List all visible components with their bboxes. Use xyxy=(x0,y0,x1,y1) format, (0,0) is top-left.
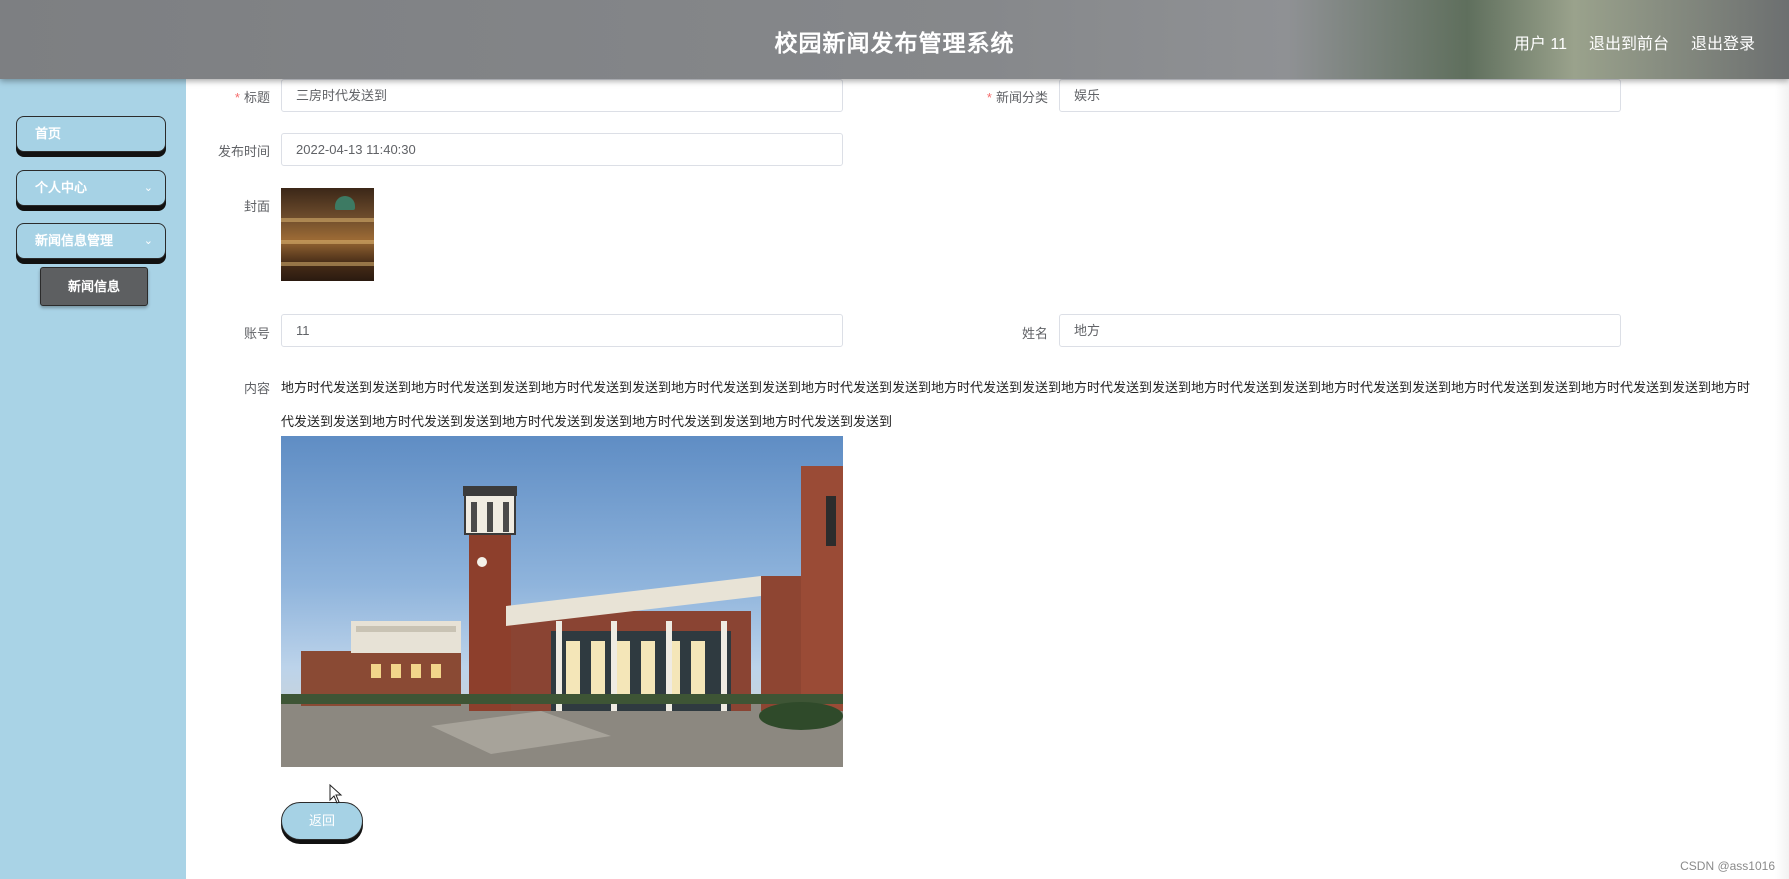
sidebar-item-personal-center[interactable]: 个人中心 ⌄ xyxy=(16,170,166,206)
title-label: * 标题 xyxy=(234,90,270,105)
sidebar-item-home[interactable]: 首页 xyxy=(16,116,166,152)
campus-building-illustration xyxy=(281,466,843,767)
back-button[interactable]: 返回 xyxy=(281,802,363,840)
publish-time-field[interactable]: 2022-04-13 11:40:30 xyxy=(281,133,843,166)
mouse-pointer-icon xyxy=(329,784,343,804)
name-label: 姓名 xyxy=(1021,326,1048,341)
watermark: CSDN @ass1016 xyxy=(1680,859,1775,873)
category-label: * 新闻分类 xyxy=(986,90,1048,105)
sidebar-item-label: 个人中心 xyxy=(35,180,88,195)
title-field[interactable]: 三房时代发送到 xyxy=(281,79,843,112)
right-edge xyxy=(1775,79,1789,879)
sidebar-subitem-news-info[interactable]: 新闻信息 xyxy=(40,267,148,306)
sidebar-item-label: 新闻信息管理 xyxy=(35,233,114,248)
content-image xyxy=(281,436,843,767)
sidebar-item-news-management[interactable]: 新闻信息管理 ⌄ xyxy=(16,223,166,259)
sidebar-item-label: 首页 xyxy=(35,126,62,141)
category-field[interactable]: 娱乐 xyxy=(1059,79,1621,112)
account-label: 账号 xyxy=(243,326,270,341)
chevron-down-icon: ⌄ xyxy=(143,235,153,247)
account-field[interactable]: 11 xyxy=(281,314,843,347)
cover-label: 封面 xyxy=(243,199,270,214)
name-field[interactable]: 地方 xyxy=(1059,314,1621,347)
logout-link[interactable]: 退出登录 xyxy=(1691,30,1755,54)
current-user: 用户 11 xyxy=(1513,36,1567,53)
top-header: 校园新闻发布管理系统 用户 11 退出到前台 退出登录 xyxy=(0,0,1789,79)
sidebar: 首页 个人中心 ⌄ 新闻信息管理 ⌄ 新闻信息 xyxy=(0,79,186,879)
header-links: 用户 11 退出到前台 退出登录 xyxy=(1514,30,1755,54)
content-label: 内容 xyxy=(243,381,270,396)
content-text: 地方时代发送到发送到地方时代发送到发送到地方时代发送到发送到地方时代发送到发送到… xyxy=(281,380,1751,429)
exit-to-front-link[interactable]: 退出到前台 xyxy=(1589,30,1669,54)
chevron-down-icon: ⌄ xyxy=(143,182,153,194)
detail-form: * 标题 三房时代发送到 * 新闻分类 娱乐 发布时间 2022-04-13 11:… xyxy=(186,79,1789,879)
publish-time-label: 发布时间 xyxy=(217,144,270,159)
cover-image xyxy=(281,188,374,281)
